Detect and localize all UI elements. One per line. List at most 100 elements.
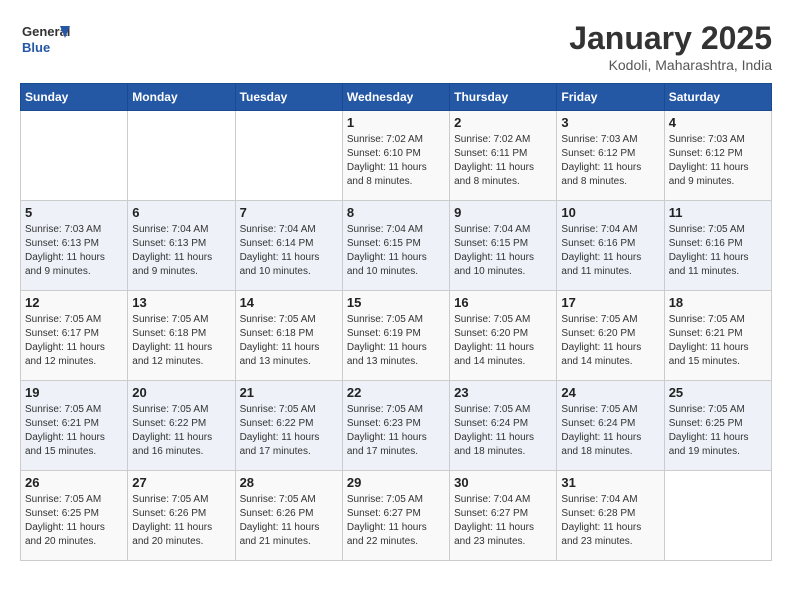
day-number: 18 — [669, 295, 767, 310]
calendar-cell: 12 Sunrise: 7:05 AM Sunset: 6:17 PM Dayli… — [21, 291, 128, 381]
weekday-header: Tuesday — [235, 84, 342, 111]
day-number: 17 — [561, 295, 659, 310]
day-number: 12 — [25, 295, 123, 310]
logo: General Blue — [20, 20, 70, 65]
calendar-cell: 15Sunrise: 7:05 AM Sunset: 6:19 PM Dayli… — [342, 291, 449, 381]
day-number: 6 — [132, 205, 230, 220]
day-number: 1 — [347, 115, 445, 130]
day-number: 25 — [669, 385, 767, 400]
day-info: Sunrise: 7:05 AM Sunset: 6:17 PM Dayligh… — [25, 313, 123, 369]
day-number: 22 — [347, 385, 445, 400]
calendar-cell: 9 Sunrise: 7:04 AM Sunset: 6:15 PM Daylig… — [450, 201, 557, 291]
calendar-cell: 4 Sunrise: 7:03 AM Sunset: 6:12 PM Daylig… — [664, 111, 771, 201]
day-number: 13 — [132, 295, 230, 310]
day-number: 5 — [25, 205, 123, 220]
weekday-header-row: SundayMondayTuesdayWednesdayThursdayFrid… — [21, 84, 772, 111]
day-info: Sunrise: 7:05 AM Sunset: 6:25 PM Dayligh… — [25, 493, 123, 549]
day-info: Sunrise: 7:03 AM Sunset: 6:13 PM Dayligh… — [25, 223, 123, 279]
day-info: Sunrise: 7:03 AM Sunset: 6:12 PM Dayligh… — [561, 133, 659, 189]
calendar-cell: 14 Sunrise: 7:05 AM Sunset: 6:18 PM Dayli… — [235, 291, 342, 381]
day-number: 20 — [132, 385, 230, 400]
calendar-table: SundayMondayTuesdayWednesdayThursdayFrid… — [20, 83, 772, 561]
day-number: 31 — [561, 475, 659, 490]
day-info: Sunrise: 7:04 AM Sunset: 6:27 PM Dayligh… — [454, 493, 552, 549]
calendar-cell: 3 Sunrise: 7:03 AM Sunset: 6:12 PM Daylig… — [557, 111, 664, 201]
calendar-cell: 24Sunrise: 7:05 AM Sunset: 6:24 PM Dayli… — [557, 381, 664, 471]
day-info: Sunrise: 7:05 AM Sunset: 6:19 PM Dayligh… — [347, 313, 445, 369]
day-info: Sunrise: 7:04 AM Sunset: 6:14 PM Dayligh… — [240, 223, 338, 279]
day-number: 14 — [240, 295, 338, 310]
weekday-header: Thursday — [450, 84, 557, 111]
logo-svg: General Blue — [20, 20, 70, 65]
calendar-week-row: 19Sunrise: 7:05 AM Sunset: 6:21 PM Dayli… — [21, 381, 772, 471]
day-info: Sunrise: 7:05 AM Sunset: 6:24 PM Dayligh… — [561, 403, 659, 459]
calendar-cell: 30 Sunrise: 7:04 AM Sunset: 6:27 PM Dayli… — [450, 471, 557, 561]
day-number: 11 — [669, 205, 767, 220]
day-number: 21 — [240, 385, 338, 400]
weekday-header: Friday — [557, 84, 664, 111]
day-number: 7 — [240, 205, 338, 220]
calendar-cell: 7 Sunrise: 7:04 AM Sunset: 6:14 PM Daylig… — [235, 201, 342, 291]
weekday-header: Saturday — [664, 84, 771, 111]
calendar-cell: 6Sunrise: 7:04 AM Sunset: 6:13 PM Daylig… — [128, 201, 235, 291]
day-info: Sunrise: 7:05 AM Sunset: 6:16 PM Dayligh… — [669, 223, 767, 279]
day-info: Sunrise: 7:05 AM Sunset: 6:22 PM Dayligh… — [240, 403, 338, 459]
day-number: 9 — [454, 205, 552, 220]
page-header: General Blue January 2025 Kodoli, Mahara… — [20, 20, 772, 73]
day-info: Sunrise: 7:05 AM Sunset: 6:20 PM Dayligh… — [454, 313, 552, 369]
day-number: 29 — [347, 475, 445, 490]
calendar-cell: 22 Sunrise: 7:05 AM Sunset: 6:23 PM Dayli… — [342, 381, 449, 471]
location: Kodoli, Maharashtra, India — [569, 57, 772, 73]
calendar-cell: 25 Sunrise: 7:05 AM Sunset: 6:25 PM Dayli… — [664, 381, 771, 471]
calendar-cell: 18 Sunrise: 7:05 AM Sunset: 6:21 PM Dayli… — [664, 291, 771, 381]
calendar-cell — [128, 111, 235, 201]
day-info: Sunrise: 7:05 AM Sunset: 6:18 PM Dayligh… — [132, 313, 230, 369]
calendar-cell: 31 Sunrise: 7:04 AM Sunset: 6:28 PM Dayli… — [557, 471, 664, 561]
day-number: 4 — [669, 115, 767, 130]
day-info: Sunrise: 7:05 AM Sunset: 6:22 PM Dayligh… — [132, 403, 230, 459]
day-number: 10 — [561, 205, 659, 220]
day-info: Sunrise: 7:04 AM Sunset: 6:15 PM Dayligh… — [347, 223, 445, 279]
calendar-cell: 23 Sunrise: 7:05 AM Sunset: 6:24 PM Dayli… — [450, 381, 557, 471]
svg-text:Blue: Blue — [22, 40, 50, 55]
title-block: January 2025 Kodoli, Maharashtra, India — [569, 20, 772, 73]
day-info: Sunrise: 7:05 AM Sunset: 6:26 PM Dayligh… — [132, 493, 230, 549]
calendar-cell: 26 Sunrise: 7:05 AM Sunset: 6:25 PM Dayli… — [21, 471, 128, 561]
day-info: Sunrise: 7:02 AM Sunset: 6:10 PM Dayligh… — [347, 133, 445, 189]
calendar-cell: 28Sunrise: 7:05 AM Sunset: 6:26 PM Dayli… — [235, 471, 342, 561]
weekday-header: Monday — [128, 84, 235, 111]
day-info: Sunrise: 7:05 AM Sunset: 6:25 PM Dayligh… — [669, 403, 767, 459]
day-info: Sunrise: 7:04 AM Sunset: 6:28 PM Dayligh… — [561, 493, 659, 549]
calendar-cell: 27 Sunrise: 7:05 AM Sunset: 6:26 PM Dayli… — [128, 471, 235, 561]
calendar-cell: 1 Sunrise: 7:02 AM Sunset: 6:10 PM Daylig… — [342, 111, 449, 201]
calendar-week-row: 1 Sunrise: 7:02 AM Sunset: 6:10 PM Daylig… — [21, 111, 772, 201]
calendar-cell: 13 Sunrise: 7:05 AM Sunset: 6:18 PM Dayli… — [128, 291, 235, 381]
weekday-header: Sunday — [21, 84, 128, 111]
weekday-header: Wednesday — [342, 84, 449, 111]
day-number: 8 — [347, 205, 445, 220]
day-info: Sunrise: 7:05 AM Sunset: 6:21 PM Dayligh… — [669, 313, 767, 369]
day-info: Sunrise: 7:04 AM Sunset: 6:15 PM Dayligh… — [454, 223, 552, 279]
day-number: 23 — [454, 385, 552, 400]
calendar-cell — [235, 111, 342, 201]
day-info: Sunrise: 7:03 AM Sunset: 6:12 PM Dayligh… — [669, 133, 767, 189]
day-number: 30 — [454, 475, 552, 490]
day-number: 27 — [132, 475, 230, 490]
day-number: 3 — [561, 115, 659, 130]
day-info: Sunrise: 7:05 AM Sunset: 6:24 PM Dayligh… — [454, 403, 552, 459]
day-number: 28 — [240, 475, 338, 490]
day-number: 16 — [454, 295, 552, 310]
day-info: Sunrise: 7:05 AM Sunset: 6:23 PM Dayligh… — [347, 403, 445, 459]
day-info: Sunrise: 7:04 AM Sunset: 6:16 PM Dayligh… — [561, 223, 659, 279]
day-info: Sunrise: 7:05 AM Sunset: 6:18 PM Dayligh… — [240, 313, 338, 369]
day-info: Sunrise: 7:05 AM Sunset: 6:20 PM Dayligh… — [561, 313, 659, 369]
day-info: Sunrise: 7:05 AM Sunset: 6:27 PM Dayligh… — [347, 493, 445, 549]
day-number: 19 — [25, 385, 123, 400]
calendar-cell: 11 Sunrise: 7:05 AM Sunset: 6:16 PM Dayli… — [664, 201, 771, 291]
day-number: 26 — [25, 475, 123, 490]
calendar-cell: 16 Sunrise: 7:05 AM Sunset: 6:20 PM Dayli… — [450, 291, 557, 381]
month-title: January 2025 — [569, 20, 772, 57]
calendar-cell: 8 Sunrise: 7:04 AM Sunset: 6:15 PM Daylig… — [342, 201, 449, 291]
calendar-week-row: 26 Sunrise: 7:05 AM Sunset: 6:25 PM Dayli… — [21, 471, 772, 561]
calendar-cell: 19Sunrise: 7:05 AM Sunset: 6:21 PM Dayli… — [21, 381, 128, 471]
